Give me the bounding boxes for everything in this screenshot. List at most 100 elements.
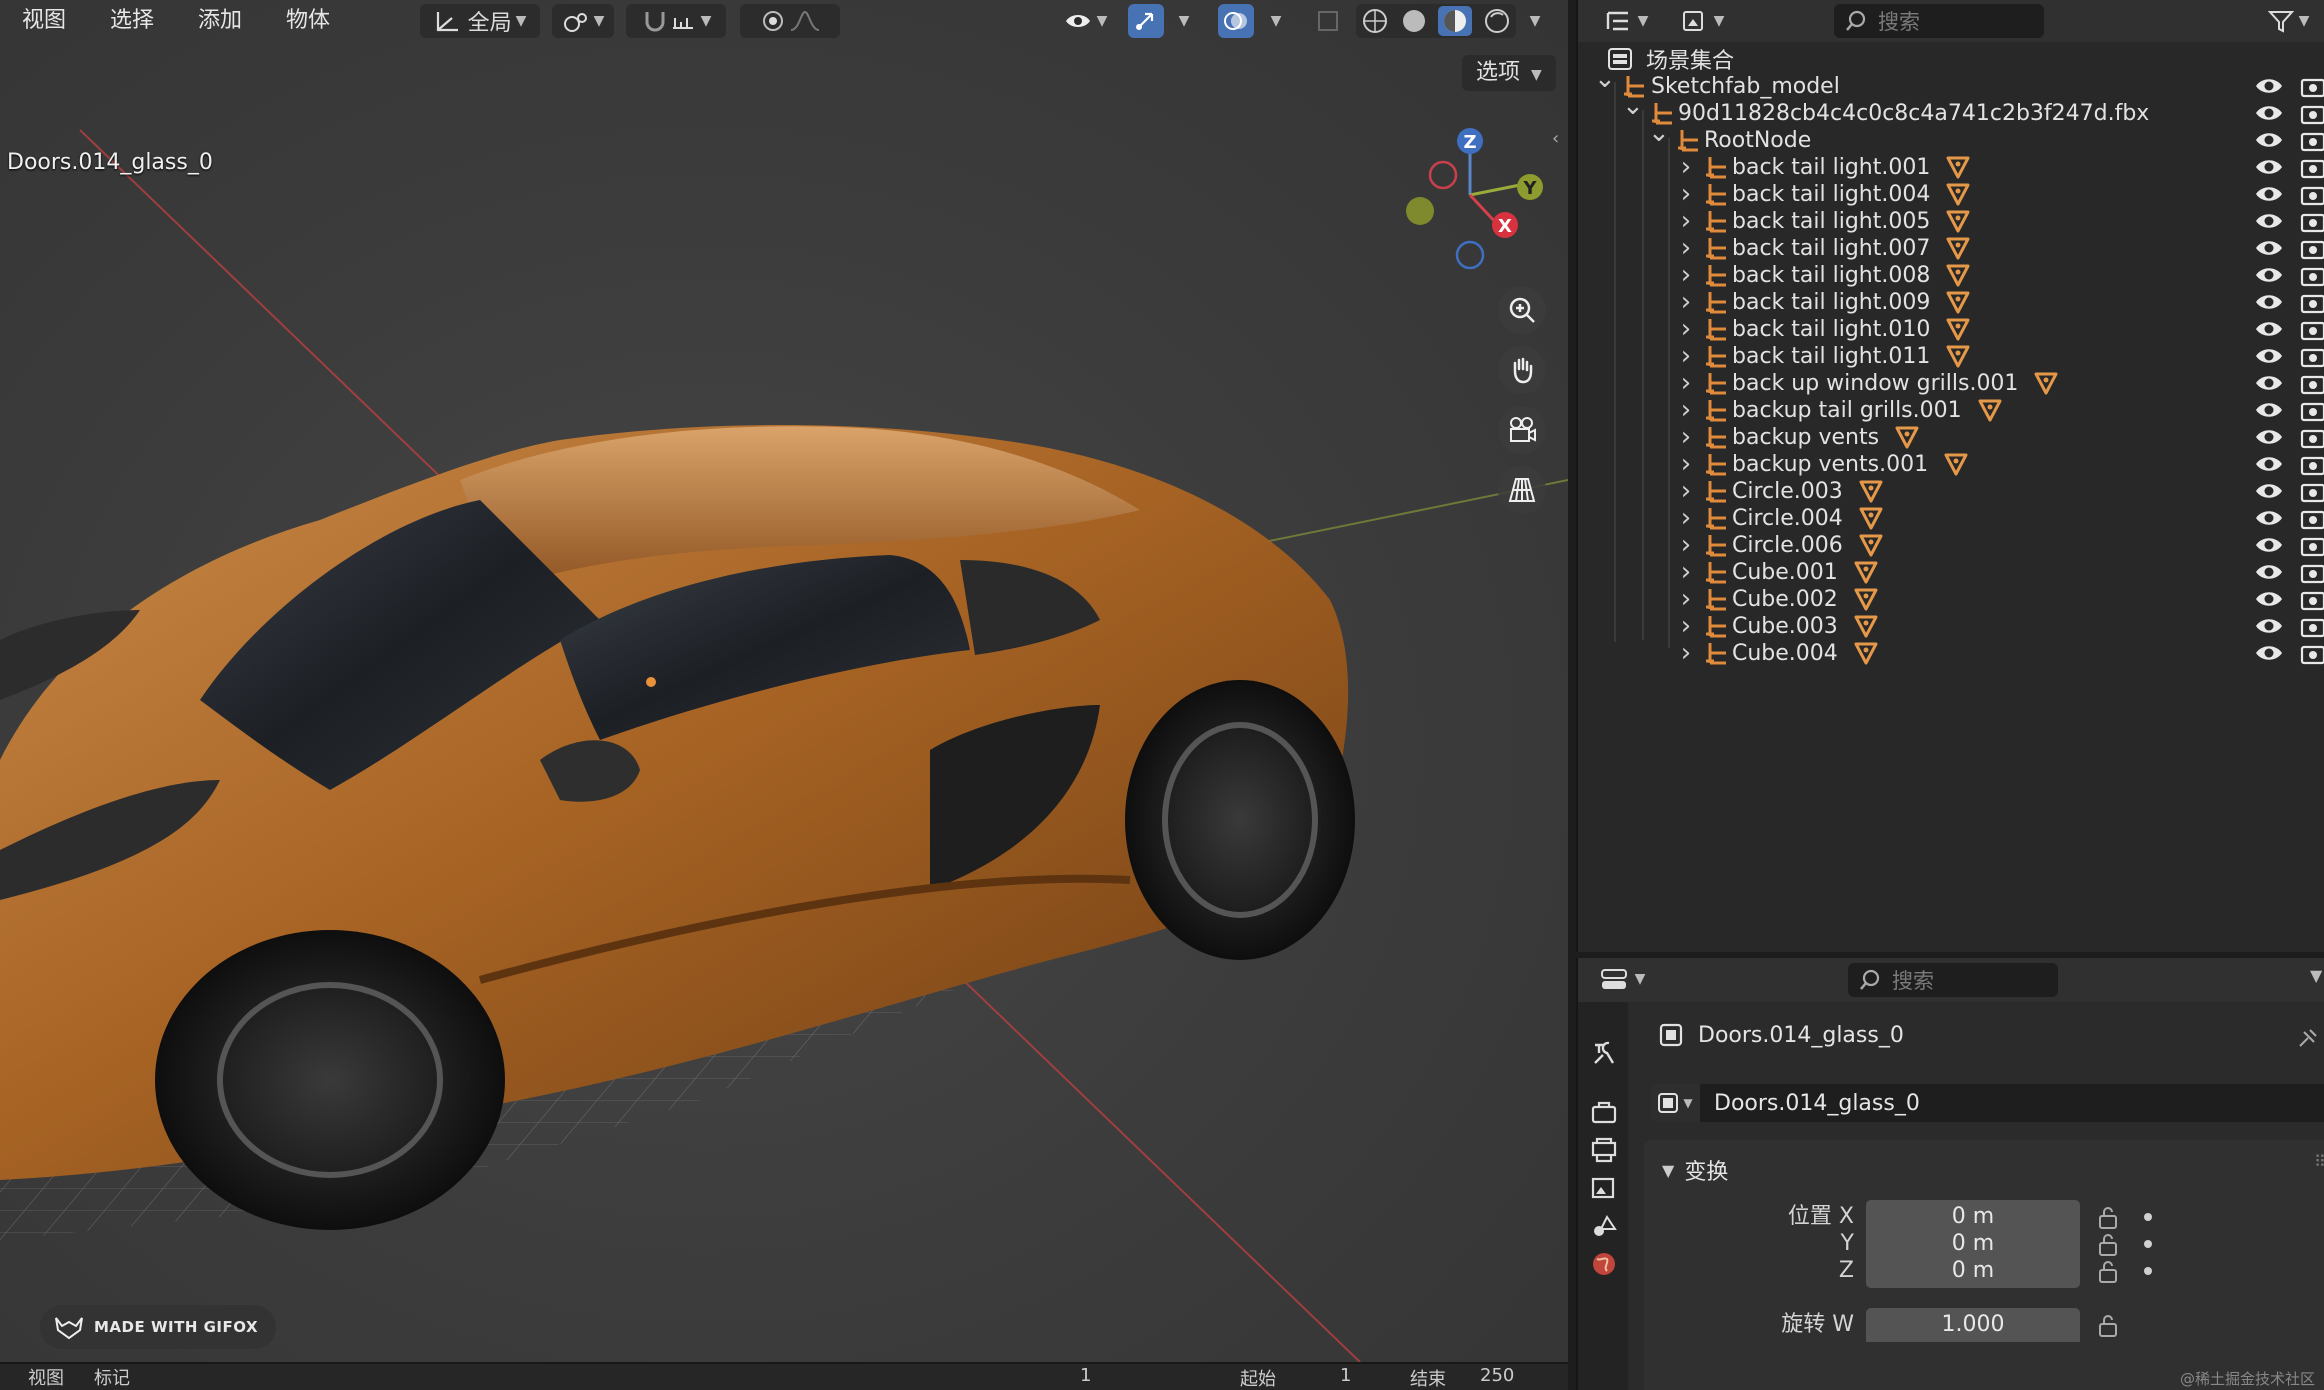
viewport-scene[interactable]: [0, 0, 1568, 1362]
hand-icon: [1513, 357, 1533, 384]
transform-panel-title: 变换: [1684, 1160, 1729, 1185]
search-icon: [1860, 969, 1880, 990]
timeline-menu-marker[interactable]: 标记: [94, 1364, 130, 1390]
outliner-header: ▼ ▼ 搜索 ▼: [1578, 0, 2324, 42]
mesh-data-icon[interactable]: [1852, 639, 1880, 667]
gizmo-neg-y-axis[interactable]: [1406, 197, 1434, 225]
outliner-editor-icon: [1606, 11, 1628, 31]
object-type-dropdown[interactable]: ▼: [1650, 1084, 1700, 1122]
wireframe-shading-icon[interactable]: [1361, 7, 1389, 35]
expand-chevron-icon[interactable]: ›: [1676, 638, 1696, 668]
gizmo-y-label: Y: [1522, 178, 1537, 199]
tab-output[interactable]: [1586, 1132, 1622, 1168]
properties-search-input[interactable]: 搜索: [1848, 963, 2058, 997]
menu-object[interactable]: 物体: [264, 0, 352, 42]
filter-dropdown[interactable]: ▼: [2258, 4, 2318, 38]
transform-orientation-dropdown[interactable]: 全局 ▼: [420, 4, 540, 38]
visibility-selectability-dropdown[interactable]: ▼: [1055, 4, 1115, 38]
menu-select[interactable]: 选择: [88, 0, 176, 42]
chevron-down-icon: ▼: [2298, 13, 2310, 29]
camera-view-button[interactable]: [1498, 406, 1546, 454]
tab-tool[interactable]: [1586, 1036, 1622, 1072]
current-frame[interactable]: 1: [1080, 1365, 1091, 1386]
render-camera-back-icon: [1591, 1101, 1617, 1124]
gizmo-neg-z-axis[interactable]: [1455, 240, 1485, 270]
timeline-menu-view[interactable]: 视图: [28, 1364, 64, 1390]
zoom-icon: [1509, 297, 1535, 323]
navigation-gizmo[interactable]: Z Y X: [1380, 115, 1560, 285]
menu-add[interactable]: 添加: [176, 0, 264, 42]
chevron-down-icon[interactable]: ▼: [2310, 966, 2322, 985]
empty-object-icon: [1706, 643, 1726, 665]
gizmo-toggle[interactable]: [1128, 4, 1164, 38]
snapping-group[interactable]: ▼: [626, 4, 726, 38]
editor-type-dropdown[interactable]: ▼: [1596, 4, 1656, 38]
location-z-field[interactable]: 0 m: [1866, 1254, 2080, 1288]
fox-logo-icon: [55, 1317, 83, 1340]
pivot-point-dropdown[interactable]: ▼: [552, 4, 614, 38]
collapse-chevron-icon[interactable]: ⌄: [1648, 118, 1670, 148]
keyframe-dot-icon[interactable]: [2144, 1240, 2152, 1248]
object-name-field[interactable]: ▼ Doors.014_glass_0: [1650, 1084, 2324, 1122]
start-frame-label: 起始: [1240, 1369, 1276, 1390]
timeline-bar: 视图 标记 1 起始 1 结束 250: [0, 1362, 1568, 1390]
tab-render[interactable]: [1586, 1094, 1622, 1130]
outliner-search-input[interactable]: 搜索: [1834, 4, 2044, 38]
shading-dropdown[interactable]: ▼: [1518, 4, 1548, 38]
tab-scene[interactable]: [1586, 1208, 1622, 1244]
tab-view-layer[interactable]: [1586, 1170, 1622, 1206]
options-dropdown[interactable]: 选项 ▼: [1462, 55, 1556, 91]
gizmo-x-label: X: [1498, 216, 1512, 237]
object-name-value: Doors.014_glass_0: [1714, 1090, 1920, 1116]
gizmo-neg-x-axis[interactable]: [1428, 160, 1458, 190]
rendered-shading-icon[interactable]: [1483, 7, 1511, 35]
overlays-toggle[interactable]: [1218, 4, 1254, 38]
magnet-icon: [645, 12, 665, 32]
collapse-chevron-icon[interactable]: ⌄: [1594, 64, 1616, 94]
zoom-button[interactable]: [1498, 286, 1546, 334]
chevron-down-icon: ▼: [1178, 13, 1190, 29]
chevron-down-icon: ▼: [1531, 67, 1542, 83]
chevron-down-icon: ▼: [1713, 13, 1725, 29]
transform-panel-header[interactable]: ▼ 变换: [1662, 1154, 1728, 1186]
scene-shapes-icon: [1594, 1215, 1617, 1236]
properties-editor-type-dropdown[interactable]: ▼: [1590, 962, 1654, 996]
outliner-item-child[interactable]: › Cube.004: [1578, 633, 2324, 673]
tree-guide-line: [1642, 110, 1644, 640]
start-frame[interactable]: 1: [1340, 1365, 1351, 1386]
tool-wrench-icon: [1594, 1041, 1615, 1064]
perspective-toggle-button[interactable]: [1498, 466, 1546, 514]
solid-shading-icon[interactable]: [1400, 7, 1428, 35]
overlays-icon: [1224, 12, 1247, 30]
rotation-w-field[interactable]: 1.000: [1866, 1308, 2080, 1342]
keyframe-dot-icon[interactable]: [2144, 1213, 2152, 1221]
chevron-down-icon: ▼: [1662, 1160, 1675, 1180]
lock-icon[interactable]: [2096, 1258, 2120, 1284]
keyframe-dot-icon[interactable]: [2144, 1267, 2152, 1275]
gizmo-dropdown[interactable]: ▼: [1168, 4, 1196, 38]
3d-viewport[interactable]: 视图 选择 添加 物体 全局 ▼ ▼ ▼ ▼ ▼ ▼ ▼ 选项 ▼ ‹ Door…: [0, 0, 1568, 1362]
lock-icon[interactable]: [2096, 1312, 2120, 1338]
xray-toggle[interactable]: [1310, 4, 1346, 38]
render-camera-icon[interactable]: [2300, 641, 2324, 665]
shading-mode-group[interactable]: [1356, 4, 1516, 38]
output-printer-icon: [1591, 1137, 1617, 1163]
tree-guide-line: [1668, 138, 1670, 648]
collapse-chevron-icon[interactable]: ⌄: [1622, 91, 1644, 121]
orientation-axes-icon: [436, 12, 458, 32]
display-mode-dropdown[interactable]: ▼: [1670, 4, 1734, 38]
visibility-eye-icon[interactable]: [2254, 641, 2284, 665]
object-properties: Doors.014_glass_0 ▼ Doors.014_glass_0 ▼ …: [1628, 1002, 2324, 1390]
pin-icon[interactable]: [2294, 1026, 2320, 1052]
material-preview-shading-icon[interactable]: [1438, 6, 1473, 36]
pan-button[interactable]: [1498, 346, 1546, 394]
menu-view[interactable]: 视图: [0, 0, 88, 42]
overlays-dropdown[interactable]: ▼: [1260, 4, 1288, 38]
chevron-down-icon: ▼: [1637, 13, 1649, 29]
proportional-editing-group[interactable]: [740, 4, 840, 38]
tab-world[interactable]: [1586, 1246, 1622, 1282]
grid-perspective-icon: [1508, 478, 1536, 502]
end-frame[interactable]: 250: [1480, 1365, 1514, 1386]
outliner-search-placeholder: 搜索: [1878, 10, 1920, 34]
drag-handle-icon[interactable]: ⠿: [2314, 1152, 2324, 1171]
